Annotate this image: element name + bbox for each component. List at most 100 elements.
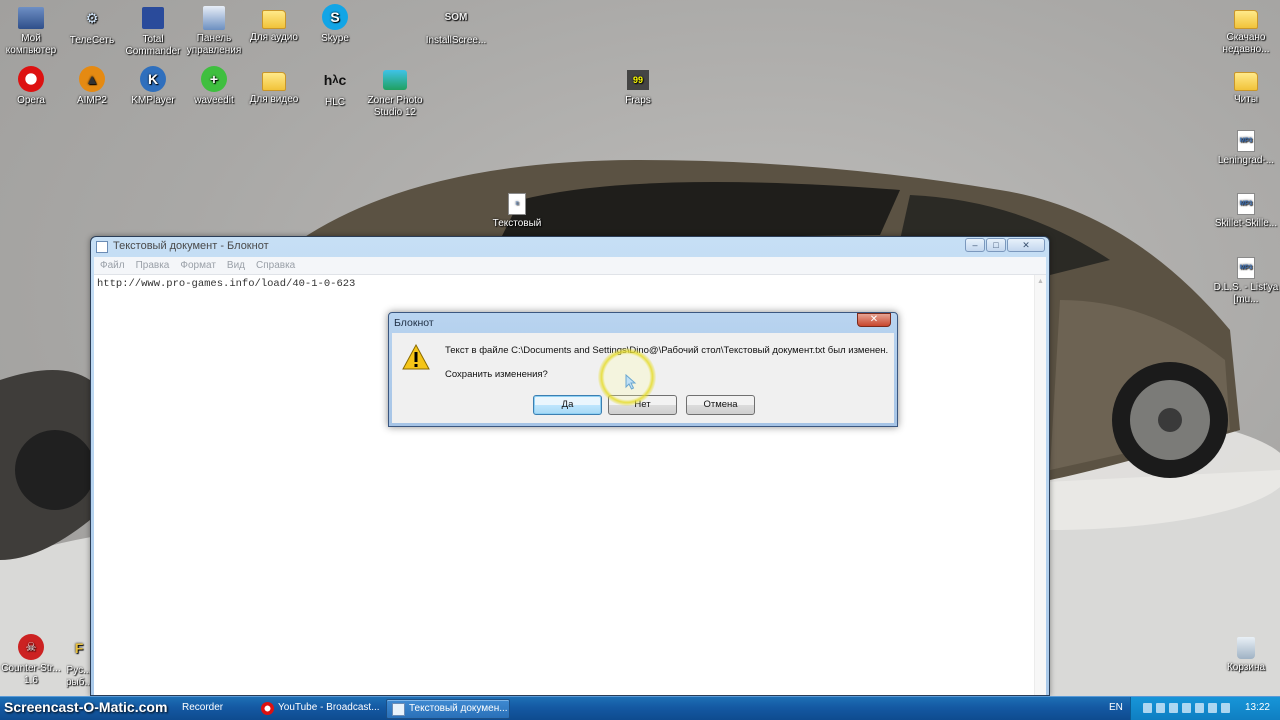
notepad-icon (392, 703, 405, 716)
desktop-icon-audio-folder[interactable]: Для аудио (243, 4, 305, 44)
desktop-icon-my-computer[interactable]: Мой компьютер (0, 4, 62, 57)
tray-icons (1143, 703, 1230, 713)
desktop-icon-downloaded-recently[interactable]: Скачано недавно... (1215, 4, 1277, 56)
desktop-icon-label: Панель управления (186, 33, 242, 56)
desktop-icon-label: KMPlayer (131, 95, 175, 106)
waveedit-icon: + (201, 66, 227, 92)
tray-icon[interactable] (1156, 703, 1165, 713)
desktop-icon-label: AIMP2 (76, 95, 107, 106)
desktop-icon-hlc[interactable]: hλc HLC (304, 66, 366, 109)
vertical-scrollbar[interactable] (1034, 275, 1046, 695)
desktop-icon-opera[interactable]: Opera (0, 66, 62, 107)
computer-icon (18, 7, 44, 29)
desktop-icon-telenet[interactable]: ⚙ ТелеСеть (61, 4, 123, 47)
desktop-icon-cheats-folder[interactable]: Читы (1215, 66, 1277, 106)
desktop-icon-label: Opera (17, 95, 45, 106)
network-icon[interactable] (1221, 703, 1230, 713)
desktop-icon-total-commander[interactable]: Total Commander (122, 4, 184, 58)
desktop-icon-label: Skillet-Skille... (1214, 218, 1278, 229)
taskbar-item-label: Текстовый докумен... (409, 703, 508, 714)
floppy-icon (142, 7, 164, 29)
mp3-file-icon: MP3 (1237, 257, 1255, 279)
taskbar-item-recorder[interactable]: Recorder (178, 699, 231, 719)
menu-help[interactable]: Справка (256, 260, 295, 274)
desktop-icon-label: Fraps (625, 95, 651, 106)
menu-edit[interactable]: Правка (136, 260, 170, 274)
hlc-icon: hλc (323, 72, 347, 88)
tray-icon[interactable] (1195, 703, 1204, 713)
desktop-icon-label: Мой компьютер (5, 33, 57, 56)
mp3-file-icon: MP3 (1237, 193, 1255, 215)
notepad-icon (96, 241, 108, 253)
desktop-icon-zoner-photo-studio[interactable]: Zoner Photo Studio 12 (364, 66, 426, 119)
control-panel-icon (203, 6, 225, 30)
notepad-title: Текстовый документ - Блокнот (113, 240, 269, 252)
taskbar-item-label: Recorder (182, 702, 224, 713)
folder-icon (262, 10, 286, 29)
network-icon: ⚙ (85, 10, 99, 26)
clock[interactable]: 13:22 (1245, 702, 1270, 713)
desktop-icon-kmplayer[interactable]: K KMPlayer (122, 66, 184, 107)
folder-icon (1234, 10, 1258, 29)
desktop-icon-skillet-mp3[interactable]: MP3 Skillet-Skille... (1213, 193, 1279, 230)
menu-file[interactable]: Файл (100, 260, 125, 274)
folder-icon (262, 72, 286, 91)
desktop-icon-label: Leningrad-... (1217, 155, 1275, 166)
desktop-icon-video-folder[interactable]: Для видео (243, 66, 305, 106)
kmplayer-icon: K (140, 66, 166, 92)
desktop-icon-fraps[interactable]: 99 Fraps (607, 66, 669, 107)
zoner-icon (383, 70, 407, 90)
tray-icon[interactable] (1182, 703, 1191, 713)
dialog-message: Текст в файле C:\Documents and Settings\… (445, 345, 889, 356)
desktop-icon-label: Читы (1233, 94, 1259, 105)
desktop-icon-label: InstallScree... (425, 35, 487, 46)
maximize-button[interactable]: □ (986, 238, 1006, 252)
minimize-button[interactable]: – (965, 238, 985, 252)
desktop-icon-recycle-bin[interactable]: Корзина (1215, 634, 1277, 674)
dialog-title: Блокнот (394, 317, 434, 329)
taskbar-item-notepad[interactable]: Текстовый докумен... (386, 699, 510, 719)
aimp-icon: ▲ (79, 66, 105, 92)
desktop-icon-control-panel[interactable]: Панель управления (183, 4, 245, 57)
folder-icon (1234, 72, 1258, 91)
desktop-icon-russian-fishing[interactable]: F Рус... рыб... (66, 634, 92, 689)
tray-icon[interactable] (1169, 703, 1178, 713)
desktop-icon-label: ТелеСеть (69, 35, 115, 46)
desktop-icon-dls-mp3[interactable]: MP3 D.L.S. - List'ya [mu... (1213, 257, 1279, 306)
tray-icon[interactable] (1143, 703, 1152, 713)
desktop-icon-label: waveedit (194, 95, 234, 106)
menu-format[interactable]: Формат (180, 260, 216, 274)
desktop-icon-text-document[interactable]: ≡ Текстовый (486, 193, 548, 230)
language-indicator[interactable]: EN (1109, 702, 1123, 713)
yes-button[interactable]: Да (533, 395, 602, 415)
taskbar-item-youtube[interactable]: YouTube - Broadcast... (256, 699, 380, 719)
desktop-icon-install-screencast[interactable]: SOM InstallScree... (424, 4, 488, 47)
desktop-icon-label: D.L.S. - List'ya [mu... (1213, 282, 1279, 305)
warning-icon (402, 344, 430, 370)
desktop-icon-label: Рус... рыб... (66, 665, 92, 688)
desktop-icon-label: Корзина (1226, 662, 1266, 673)
desktop-icon-skype[interactable]: S Skype (304, 4, 366, 45)
screencast-watermark: Screencast-O-Matic.com (4, 699, 168, 715)
editor-content[interactable]: http://www.pro-games.info/load/40-1-0-62… (97, 278, 355, 290)
counter-strike-icon: ☠ (18, 634, 44, 660)
notepad-titlebar[interactable]: Текстовый документ - Блокнот (91, 237, 1049, 257)
desktop-icon-aimp2[interactable]: ▲ AIMP2 (61, 66, 123, 107)
som-icon: SOM (444, 12, 468, 23)
desktop-icon-leningrad-mp3[interactable]: MP3 Leningrad-... (1213, 130, 1279, 167)
volume-icon[interactable] (1208, 703, 1217, 713)
desktop-icon-waveedit[interactable]: + waveedit (183, 66, 245, 107)
taskbar-item-label: YouTube - Broadcast... (278, 702, 380, 713)
menu-view[interactable]: Вид (227, 260, 245, 274)
skype-icon: S (322, 4, 348, 30)
recycle-bin-icon (1237, 637, 1255, 659)
mouse-pointer-icon (625, 374, 637, 390)
desktop-icon-counter-strike[interactable]: ☠ Counter-Str... 1.6 (0, 634, 62, 687)
close-button[interactable]: ✕ (1007, 238, 1045, 252)
dialog-question: Сохранить изменения? (445, 369, 548, 380)
window-controls: – □ ✕ (965, 238, 1045, 252)
cancel-button[interactable]: Отмена (686, 395, 755, 415)
dialog-close-button[interactable]: ✕ (857, 313, 891, 327)
desktop-icon-label: Скачано недавно... (1222, 32, 1270, 55)
desktop-icon-label: Total Commander (125, 34, 181, 57)
